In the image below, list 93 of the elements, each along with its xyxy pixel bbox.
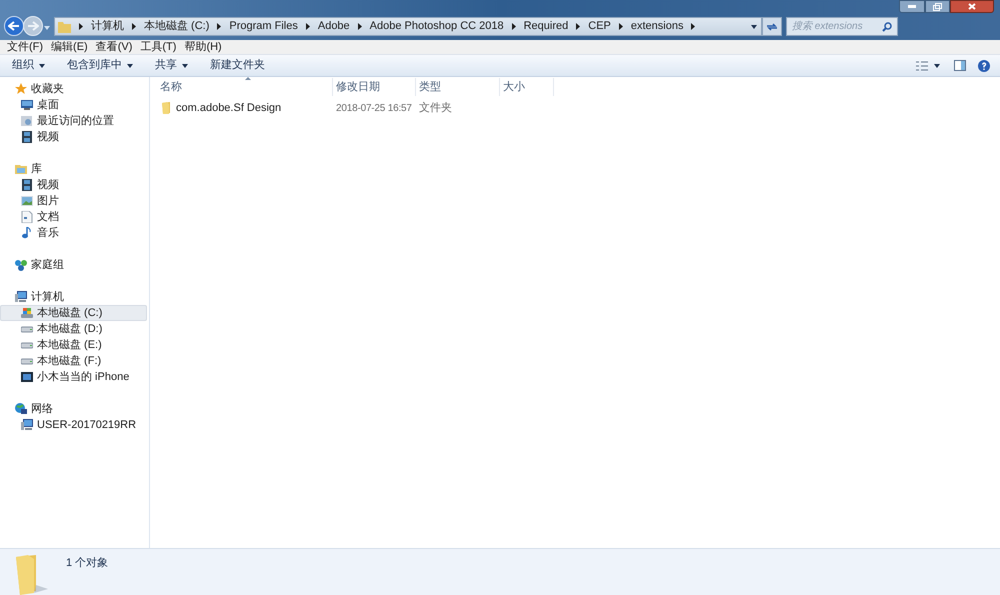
breadcrumb-item[interactable]: extensions <box>630 18 684 35</box>
dropdown-caret-icon[interactable] <box>751 24 757 28</box>
chevron-icon <box>691 23 696 30</box>
homegroup-icon <box>15 259 27 271</box>
file-type: 文件夹 <box>418 100 453 116</box>
list-view-icon <box>916 60 928 70</box>
breadcrumb-item[interactable]: Required <box>524 18 568 35</box>
nav-item[interactable]: 文档 <box>0 209 147 225</box>
close-icon <box>968 3 976 10</box>
menu-item[interactable]: 编辑(E) <box>48 38 91 56</box>
nav-item[interactable]: 本地磁盘 (D:) <box>0 321 147 337</box>
library-icon <box>15 163 27 175</box>
column-header[interactable]: 类型 <box>416 78 500 96</box>
folder-icon <box>58 20 71 32</box>
address-bar[interactable]: 计算机 本地磁盘 (C:) Program Files Adobe Adobe Photoshop CC 2018 Required CEP extensions <box>54 17 762 36</box>
back-button[interactable] <box>4 16 24 36</box>
menu-item[interactable]: 帮助(H) <box>181 38 225 56</box>
chevron-icon <box>306 23 310 30</box>
nav-item[interactable]: 视频 <box>0 129 147 145</box>
recent-places-icon <box>21 115 33 127</box>
toolbar-button[interactable]: 共享 <box>147 56 196 74</box>
chevron-icon <box>79 23 83 30</box>
nav-item[interactable]: 本地磁盘 (F:) <box>0 353 147 369</box>
computer-icon <box>15 291 27 303</box>
preview-pane-icon[interactable] <box>954 60 966 71</box>
caret-icon <box>934 64 940 68</box>
forward-arrow-icon <box>27 21 39 31</box>
toolbar-button[interactable]: 包含到库中 <box>59 56 141 74</box>
menu-item[interactable]: 工具(T) <box>137 38 180 56</box>
network-icon <box>15 403 27 415</box>
history-caret-icon[interactable] <box>44 26 50 30</box>
chevron-icon <box>512 23 516 30</box>
music-note-icon <box>21 227 33 239</box>
close-button[interactable] <box>950 0 994 13</box>
restore-button[interactable] <box>925 0 950 13</box>
nav-item[interactable]: 库 <box>0 161 147 177</box>
breadcrumb-item[interactable]: CEP <box>588 18 611 35</box>
menu-item[interactable]: 文件(F) <box>4 38 46 56</box>
minimize-icon <box>908 5 916 8</box>
nav-item[interactable]: 网络 <box>0 401 147 417</box>
nav-item[interactable]: 图片 <box>0 193 147 209</box>
nav-item[interactable]: 小木当当的 iPhone <box>0 369 147 385</box>
chevron-icon <box>618 23 623 30</box>
search-icon <box>882 22 892 32</box>
search-field[interactable]: 搜索 extensions <box>786 17 898 36</box>
phone-icon <box>21 371 33 383</box>
nav-item[interactable]: 音乐 <box>0 225 147 241</box>
toolbar-button[interactable]: 组织 <box>4 56 53 74</box>
sort-arrow-icon <box>245 77 251 80</box>
nav-item[interactable]: 家庭组 <box>0 257 147 273</box>
chevron-icon <box>358 23 362 30</box>
breadcrumb-item[interactable]: Program Files <box>229 18 298 35</box>
breadcrumb-item[interactable]: Adobe Photoshop CC 2018 <box>370 18 504 35</box>
toolbar-button[interactable]: 新建文件夹 <box>202 56 273 74</box>
desktop-icon <box>21 99 33 111</box>
item-count: 1 个对象 <box>66 556 108 571</box>
film-icon <box>21 131 33 143</box>
column-header[interactable]: 修改日期 <box>333 78 416 96</box>
nav-item[interactable]: 桌面 <box>0 97 147 113</box>
view-options-button[interactable] <box>916 60 940 70</box>
forward-button[interactable] <box>23 16 43 36</box>
star-icon <box>15 83 27 95</box>
column-header[interactable]: 名称 <box>150 78 333 96</box>
nav-item[interactable]: 视频 <box>0 177 147 193</box>
image-icon <box>21 195 33 207</box>
nav-item[interactable]: 本地磁盘 (C:) <box>0 305 147 321</box>
chevron-icon <box>217 23 222 30</box>
breadcrumb-item[interactable]: 计算机 <box>91 18 124 35</box>
help-icon[interactable] <box>978 60 990 72</box>
restore-icon <box>933 2 942 10</box>
computer-icon <box>21 419 33 431</box>
refresh-icon <box>766 22 778 32</box>
modified-date: 2018-07-25 16:57 <box>336 102 413 116</box>
refresh-button[interactable] <box>762 17 782 36</box>
nav-item[interactable]: 最近访问的位置 <box>0 113 147 129</box>
nav-item[interactable]: USER-20170219RR <box>0 417 147 433</box>
drive-icon <box>21 307 33 319</box>
chevron-icon <box>576 23 580 30</box>
nav-item[interactable]: 本地磁盘 (E:) <box>0 337 147 353</box>
menu-item[interactable]: 查看(V) <box>92 38 136 56</box>
back-arrow-icon <box>8 21 20 31</box>
film-icon <box>21 179 33 191</box>
breadcrumb-item[interactable]: 本地磁盘 (C:) <box>144 18 210 35</box>
minimize-button[interactable] <box>899 0 925 13</box>
file-name[interactable]: com.adobe.Sf Design <box>176 100 282 116</box>
column-header[interactable]: 大小 <box>500 78 554 96</box>
nav-item[interactable]: 收藏夹 <box>0 81 147 97</box>
breadcrumb-item[interactable]: Adobe <box>318 18 350 35</box>
folder-icon <box>14 553 50 595</box>
folder-icon <box>162 102 172 114</box>
chevron-icon <box>132 23 136 30</box>
document-icon <box>21 211 33 223</box>
nav-item[interactable]: 计算机 <box>0 289 147 305</box>
